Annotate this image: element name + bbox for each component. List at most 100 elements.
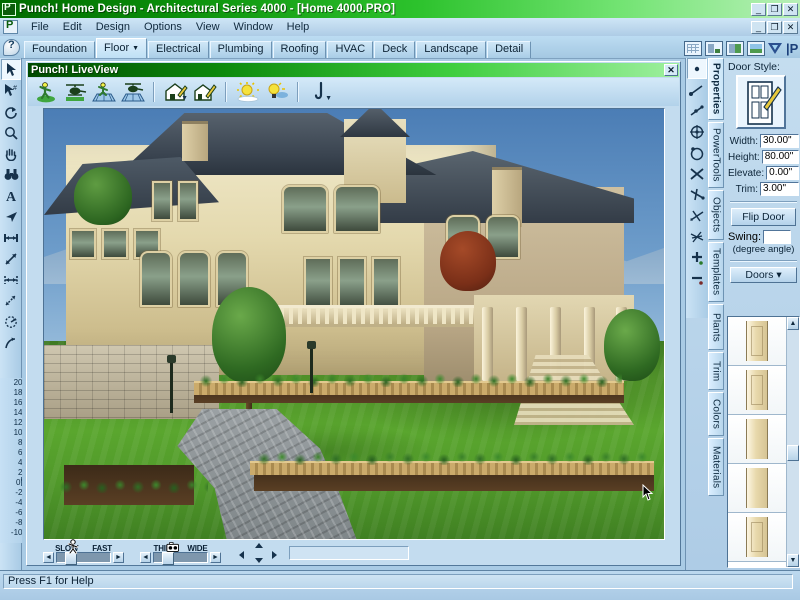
menu-item-options[interactable]: Options <box>137 20 189 34</box>
speed-decrease-button[interactable]: ◄ <box>43 551 54 563</box>
vtab-plants[interactable]: Plants <box>708 304 724 350</box>
menu-item-file[interactable]: File <box>24 20 56 34</box>
tab-deck[interactable]: Deck <box>374 41 416 58</box>
punch-p-logo-icon[interactable]: |P <box>786 42 800 56</box>
menu-item-view[interactable]: View <box>189 20 227 34</box>
grid-view-icon[interactable] <box>684 41 702 56</box>
scroll-down-button[interactable]: ▼ <box>787 554 799 567</box>
height-input[interactable]: 80.00" <box>761 150 799 164</box>
circle-snap-icon[interactable] <box>687 142 707 163</box>
center-snap-icon[interactable] <box>687 121 707 142</box>
tab-hvac[interactable]: HVAC <box>327 41 374 58</box>
menu-item-help[interactable]: Help <box>280 20 317 34</box>
filter-logo-icon[interactable] <box>768 42 783 56</box>
line-midpoint-snap-icon[interactable] <box>687 100 707 121</box>
vtab-materials[interactable]: Materials <box>708 438 724 496</box>
perpendicular-snap-icon[interactable] <box>687 184 707 205</box>
doc-restore-button[interactable]: ❐ <box>767 20 782 34</box>
scrollbar-thumb[interactable] <box>787 445 799 461</box>
tab-detail[interactable]: Detail <box>487 41 532 58</box>
list-item[interactable] <box>728 317 786 366</box>
swing-input[interactable] <box>763 230 792 244</box>
walk-on-plan-icon[interactable] <box>90 80 117 104</box>
minimize-button[interactable]: _ <box>751 2 766 16</box>
vtab-trim[interactable]: Trim <box>708 352 724 390</box>
menu-item-edit[interactable]: Edit <box>56 20 89 34</box>
speed-increase-button[interactable]: ► <box>113 551 124 563</box>
pan-hand-icon[interactable] <box>1 143 21 164</box>
line-endpoint-snap-icon[interactable] <box>687 79 707 100</box>
pan-up-arrow[interactable] <box>255 543 263 548</box>
menu-item-window[interactable]: Window <box>227 20 280 34</box>
sun-light-icon[interactable] <box>234 80 261 104</box>
pen-tool-icon[interactable]: ▼ <box>306 80 333 104</box>
two-column-view-icon[interactable] <box>726 41 744 56</box>
pan-down-arrow[interactable] <box>255 558 263 563</box>
vtab-colors[interactable]: Colors <box>708 392 724 436</box>
diagonal-measure-icon[interactable] <box>1 290 21 311</box>
pan-right-arrow[interactable] <box>272 551 277 559</box>
rotate-icon[interactable] <box>1 101 21 122</box>
walk-through-icon[interactable] <box>32 80 59 104</box>
tab-plumbing[interactable]: Plumbing <box>209 41 272 58</box>
list-item[interactable] <box>728 464 786 513</box>
vtab-properties[interactable]: Properties <box>708 58 724 120</box>
menu-item-design[interactable]: Design <box>89 20 137 34</box>
tab-roofing[interactable]: Roofing <box>272 41 327 58</box>
full-render-view-icon[interactable] <box>747 41 765 56</box>
elevate-input[interactable]: 0.00" <box>766 166 799 180</box>
add-snap-icon[interactable] <box>687 247 707 268</box>
angle-measure-icon[interactable] <box>1 311 21 332</box>
dimension-icon[interactable] <box>1 227 21 248</box>
door-preview-icon[interactable] <box>736 75 786 129</box>
bulb-light-icon[interactable] <box>263 80 290 104</box>
curve-arrow-icon[interactable] <box>1 332 21 353</box>
list-item[interactable] <box>728 415 786 464</box>
binoculars-icon[interactable] <box>1 164 21 185</box>
vtab-powertools[interactable]: PowerTools <box>708 122 724 188</box>
zoom-magnifier-icon[interactable] <box>1 122 21 143</box>
left-split-view-icon[interactable] <box>705 41 723 56</box>
doc-close-button[interactable]: ✕ <box>783 20 798 34</box>
diagonal-arrow-icon[interactable] <box>1 248 21 269</box>
document-icon[interactable] <box>3 19 18 34</box>
liveview-close-button[interactable]: ✕ <box>664 64 678 76</box>
house-edit-icon[interactable]: ▼ <box>162 80 189 104</box>
vtab-objects[interactable]: Objects <box>708 190 724 240</box>
select-arrow-icon[interactable] <box>1 59 21 80</box>
width-increase-button[interactable]: ► <box>210 551 221 563</box>
help-icon[interactable] <box>3 39 20 56</box>
list-item[interactable] <box>728 513 786 562</box>
bracket-dimension-icon[interactable] <box>1 269 21 290</box>
catalog-dropdown[interactable]: Doors ▾ <box>730 267 797 283</box>
direction-pad-icon[interactable] <box>237 543 279 563</box>
render-viewport[interactable] <box>43 108 665 540</box>
pan-left-arrow[interactable] <box>239 551 244 559</box>
tab-landscape[interactable]: Landscape <box>416 41 487 58</box>
scroll-up-button[interactable]: ▲ <box>787 317 799 330</box>
arrow-pointer-icon[interactable] <box>1 206 21 227</box>
tab-foundation[interactable]: Foundation <box>24 41 96 58</box>
catalog-scrollbar[interactable]: ▲ ▼ <box>786 317 799 567</box>
fly-on-plan-icon[interactable] <box>119 80 146 104</box>
quadrant-snap-icon[interactable] <box>687 226 707 247</box>
vtab-templates[interactable]: Templates <box>708 242 724 302</box>
select-group-icon[interactable]: # <box>1 80 21 101</box>
tangent-snap-icon[interactable]: a <box>687 205 707 226</box>
tab-electrical[interactable]: Electrical <box>148 41 209 58</box>
fly-through-icon[interactable] <box>61 80 88 104</box>
text-tool-icon[interactable]: A <box>1 185 21 206</box>
remove-snap-icon[interactable] <box>687 268 707 289</box>
trim-input[interactable]: 3.00" <box>760 182 799 196</box>
house-edit-alt-icon[interactable] <box>191 80 218 104</box>
width-input[interactable]: 30.00" <box>760 134 799 148</box>
list-item[interactable] <box>728 366 786 415</box>
point-snap-icon[interactable] <box>687 58 707 79</box>
intersection-snap-icon[interactable] <box>687 163 707 184</box>
doc-minimize-button[interactable]: _ <box>751 20 766 34</box>
tab-floor[interactable]: Floor ▼ <box>96 38 148 58</box>
close-button[interactable]: ✕ <box>783 2 798 16</box>
width-decrease-button[interactable]: ◄ <box>140 551 151 563</box>
flip-door-button[interactable]: Flip Door <box>731 208 796 226</box>
restore-button[interactable]: ❐ <box>767 2 782 16</box>
